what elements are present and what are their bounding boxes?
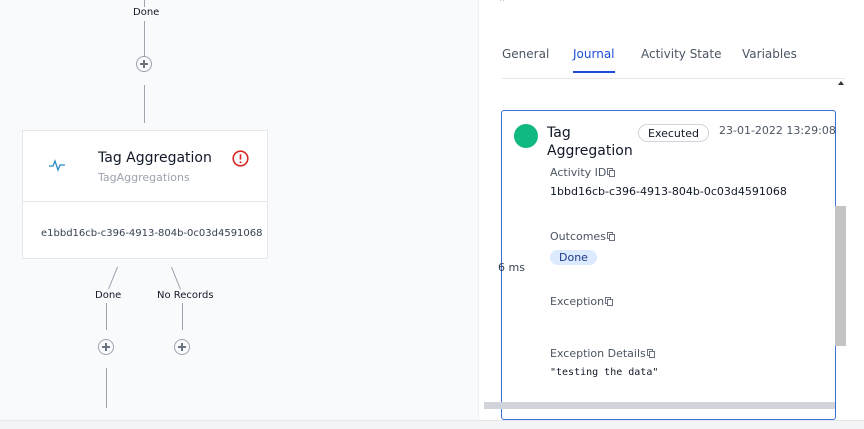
duration-label: 6 ms [498, 261, 525, 274]
exception-details-label: Exception Details [550, 347, 655, 360]
tab-variables[interactable]: Variables [742, 47, 797, 71]
copy-icon[interactable] [606, 232, 615, 241]
activity-details-panel: » General Journal Activity State Variabl… [478, 0, 864, 420]
node-title: Tag Aggregation [98, 150, 212, 166]
edge-label-done-top: Done [131, 7, 162, 18]
scroll-up-arrow-icon[interactable] [838, 81, 844, 85]
exception-label: Exception [550, 295, 614, 308]
tab-general[interactable]: General [502, 47, 549, 71]
node-activity-id: e1bbd16cb-c396-4913-804b-0c03d4591068 [41, 228, 263, 239]
status-dot [514, 124, 538, 148]
connector-line [144, 21, 145, 56]
horizontal-scrollbar-thumb[interactable] [484, 402, 835, 409]
copy-icon[interactable] [607, 168, 616, 177]
activity-pulse-icon [49, 159, 65, 172]
exclamation-circle-icon[interactable] [232, 150, 249, 167]
journal-activity-name: Tag Aggregation [547, 125, 633, 159]
status-badge: Executed [638, 124, 709, 142]
add-activity-button-done[interactable] [98, 339, 114, 355]
outcomes-label: Outcomes [550, 230, 615, 243]
outcome-chip: Done [550, 250, 597, 265]
collapse-panel-icon[interactable]: » [499, 0, 507, 6]
copy-icon[interactable] [605, 297, 614, 306]
node-header: Tag Aggregation TagAggregations [23, 131, 267, 202]
connector-line [106, 368, 107, 408]
journal-timestamp: 23-01-2022 13:29:08 [719, 124, 836, 137]
connector-line [182, 303, 183, 330]
activity-node-tag-aggregation[interactable]: Tag Aggregation TagAggregations e1bbd16c… [22, 130, 268, 259]
tab-activity-state[interactable]: Activity State [641, 47, 721, 71]
copy-icon[interactable] [646, 349, 655, 358]
activity-id-value: 1bbd16cb-c396-4913-804b-0c03d4591068 [550, 185, 787, 198]
connector-line [144, 85, 145, 123]
edge-label-no-records: No Records [155, 290, 216, 301]
exception-details-value: "testing the data" [550, 367, 659, 378]
edge-label-done: Done [93, 290, 124, 301]
connector-line [108, 266, 118, 290]
vertical-scrollbar-thumb[interactable] [835, 206, 846, 346]
node-subtitle: TagAggregations [98, 171, 190, 184]
tab-journal[interactable]: Journal [573, 47, 615, 73]
connector-line [171, 267, 181, 290]
workflow-canvas[interactable]: Done Tag Aggregation TagAggregations e1b… [0, 0, 478, 420]
panel-tabs: General Journal Activity State Variables [502, 46, 845, 79]
add-activity-button-top[interactable] [136, 56, 152, 72]
journal-entry-card[interactable]: Tag Aggregation Executed 23-01-2022 13:2… [501, 110, 836, 420]
add-activity-button-no-records[interactable] [174, 339, 190, 355]
connector-line [106, 303, 107, 330]
activity-id-label: Activity ID [550, 166, 616, 179]
